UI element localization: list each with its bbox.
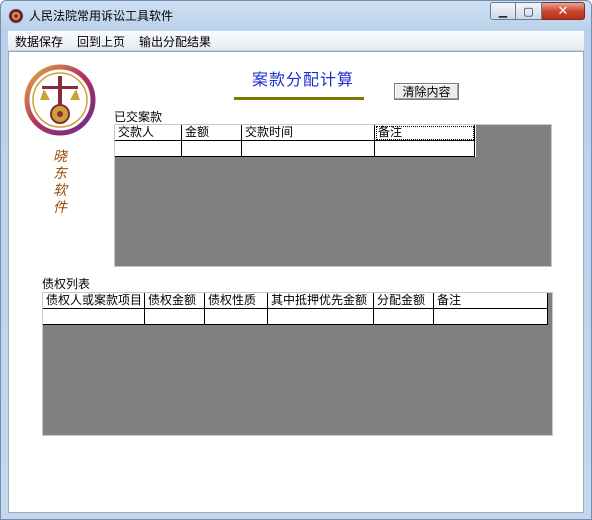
signature-char: 东 [53, 166, 67, 182]
window-controls: ▁ ▢ ✕ [490, 2, 585, 22]
menu-save-data[interactable]: 数据保存 [8, 31, 70, 50]
maximize-icon: ▢ [523, 4, 534, 18]
payments-grid[interactable]: 交款人 金额 交款时间 备注 [114, 124, 552, 267]
payments-col-note[interactable]: 备注 [375, 125, 475, 141]
payments-grid-rows: 交款人 金额 交款时间 备注 [115, 125, 476, 157]
payments-col-amount[interactable]: 金额 [182, 125, 242, 141]
maximize-button[interactable]: ▢ [516, 2, 542, 20]
clear-button[interactable]: 清除内容 [394, 83, 459, 100]
minimize-button[interactable]: ▁ [490, 2, 516, 20]
app-window: 人民法院常用诉讼工具软件 ▁ ▢ ✕ 数据保存 回到上页 输出分配结果 晓 东 … [0, 0, 592, 520]
menu-bar: 数据保存 回到上页 输出分配结果 [8, 31, 584, 51]
claims-header-row: 债权人或案款项目 债权金额 债权性质 其中抵押优先金额 分配金额 备注 [43, 293, 548, 309]
app-gear-icon [9, 9, 23, 23]
menu-back[interactable]: 回到上页 [70, 31, 132, 50]
title-underline [234, 97, 364, 100]
vendor-signature: 晓 东 软 件 [53, 149, 67, 217]
claims-col-nature[interactable]: 债权性质 [205, 293, 268, 309]
table-row[interactable] [115, 141, 476, 157]
claims-cell[interactable] [43, 309, 145, 325]
claims-col-note[interactable]: 备注 [434, 293, 548, 309]
claims-grid[interactable]: 债权人或案款项目 债权金额 债权性质 其中抵押优先金额 分配金额 备注 [42, 292, 553, 436]
claims-col-creditor[interactable]: 债权人或案款项目 [43, 293, 145, 309]
signature-char: 软 [53, 183, 67, 199]
payments-col-time[interactable]: 交款时间 [242, 125, 375, 141]
claims-col-allocation[interactable]: 分配金额 [374, 293, 434, 309]
claims-cell[interactable] [205, 309, 268, 325]
main-panel: 晓 东 软 件 案款分配计算 清除内容 已交案款 交款人 金额 交款时间 备注 [8, 51, 584, 513]
claims-col-priority[interactable]: 其中抵押优先金额 [268, 293, 374, 309]
claims-col-amount[interactable]: 债权金额 [145, 293, 205, 309]
close-button[interactable]: ✕ [542, 2, 585, 20]
court-emblem-icon [24, 64, 96, 136]
table-row[interactable] [43, 309, 548, 325]
payments-label: 已交案款 [114, 110, 163, 124]
close-icon: ✕ [557, 3, 569, 19]
claims-cell[interactable] [268, 309, 374, 325]
payments-cell[interactable] [115, 141, 182, 157]
signature-char: 件 [53, 200, 67, 216]
title-bar[interactable]: 人民法院常用诉讼工具软件 ▁ ▢ ✕ [1, 1, 591, 29]
page-title: 案款分配计算 [251, 70, 354, 89]
payments-header-row: 交款人 金额 交款时间 备注 [115, 125, 476, 141]
claims-label: 债权列表 [42, 277, 91, 291]
claims-grid-rows: 债权人或案款项目 债权金额 债权性质 其中抵押优先金额 分配金额 备注 [43, 293, 548, 325]
payments-cell[interactable] [182, 141, 242, 157]
payments-cell[interactable] [242, 141, 375, 157]
payments-cell[interactable] [375, 141, 475, 157]
claims-cell[interactable] [145, 309, 205, 325]
minimize-icon: ▁ [498, 4, 508, 18]
menu-export-result[interactable]: 输出分配结果 [132, 31, 218, 50]
payments-col-payer[interactable]: 交款人 [115, 125, 182, 141]
claims-cell[interactable] [374, 309, 434, 325]
claims-cell[interactable] [434, 309, 548, 325]
window-title: 人民法院常用诉讼工具软件 [29, 9, 174, 23]
signature-char: 晓 [53, 149, 67, 165]
